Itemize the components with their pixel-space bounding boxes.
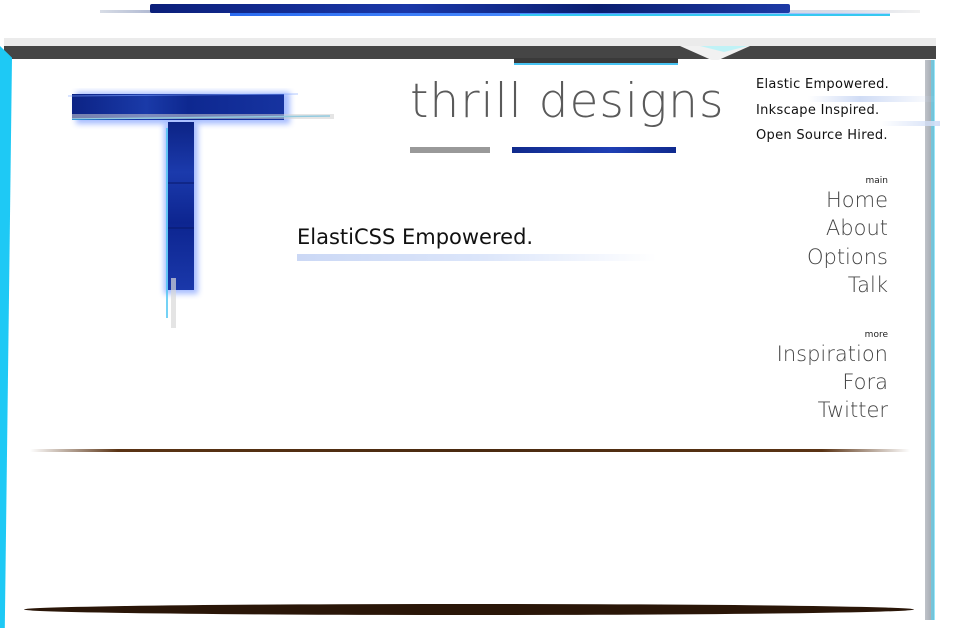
tagline-elastic: Elastic Empowered.	[756, 77, 890, 92]
top-decorative-brush	[150, 4, 790, 13]
letter-t-logo-icon[interactable]	[68, 88, 338, 333]
top-decorative-cyan-line	[520, 14, 890, 16]
nav-link-options[interactable]: Options	[807, 245, 888, 269]
nav-link-fora[interactable]: Fora	[842, 370, 888, 394]
nav-link-home[interactable]: Home	[826, 188, 888, 212]
brand-underline-gray	[410, 147, 490, 153]
brand-decoration-top-accent	[514, 63, 678, 65]
tagline-inkscape: Inkscape Inspired.	[756, 103, 880, 118]
right-frame-highlight	[931, 60, 935, 620]
nav-link-inspiration[interactable]: Inspiration	[777, 342, 888, 366]
nav-link-about[interactable]: About	[826, 216, 888, 240]
nav-main-heading: main	[865, 176, 889, 186]
hero-underline	[297, 254, 657, 261]
header-bar	[4, 46, 936, 59]
footer-divider	[24, 604, 914, 615]
left-frame-edge	[0, 46, 12, 628]
brand-underline-blue	[512, 147, 676, 153]
tagline-open-source: Open Source Hired.	[756, 128, 888, 143]
site-title[interactable]: thrill designs	[410, 74, 724, 129]
hero-headline: ElastiCSS Empowered.	[297, 225, 534, 249]
tagline-streak	[880, 121, 940, 126]
header-bar-highlight	[4, 38, 936, 46]
section-divider	[30, 449, 910, 452]
nav-link-twitter[interactable]: Twitter	[818, 398, 888, 422]
tagline-streak	[808, 96, 938, 102]
nav-link-talk[interactable]: Talk	[848, 273, 888, 297]
nav-more-heading: more	[864, 330, 888, 340]
